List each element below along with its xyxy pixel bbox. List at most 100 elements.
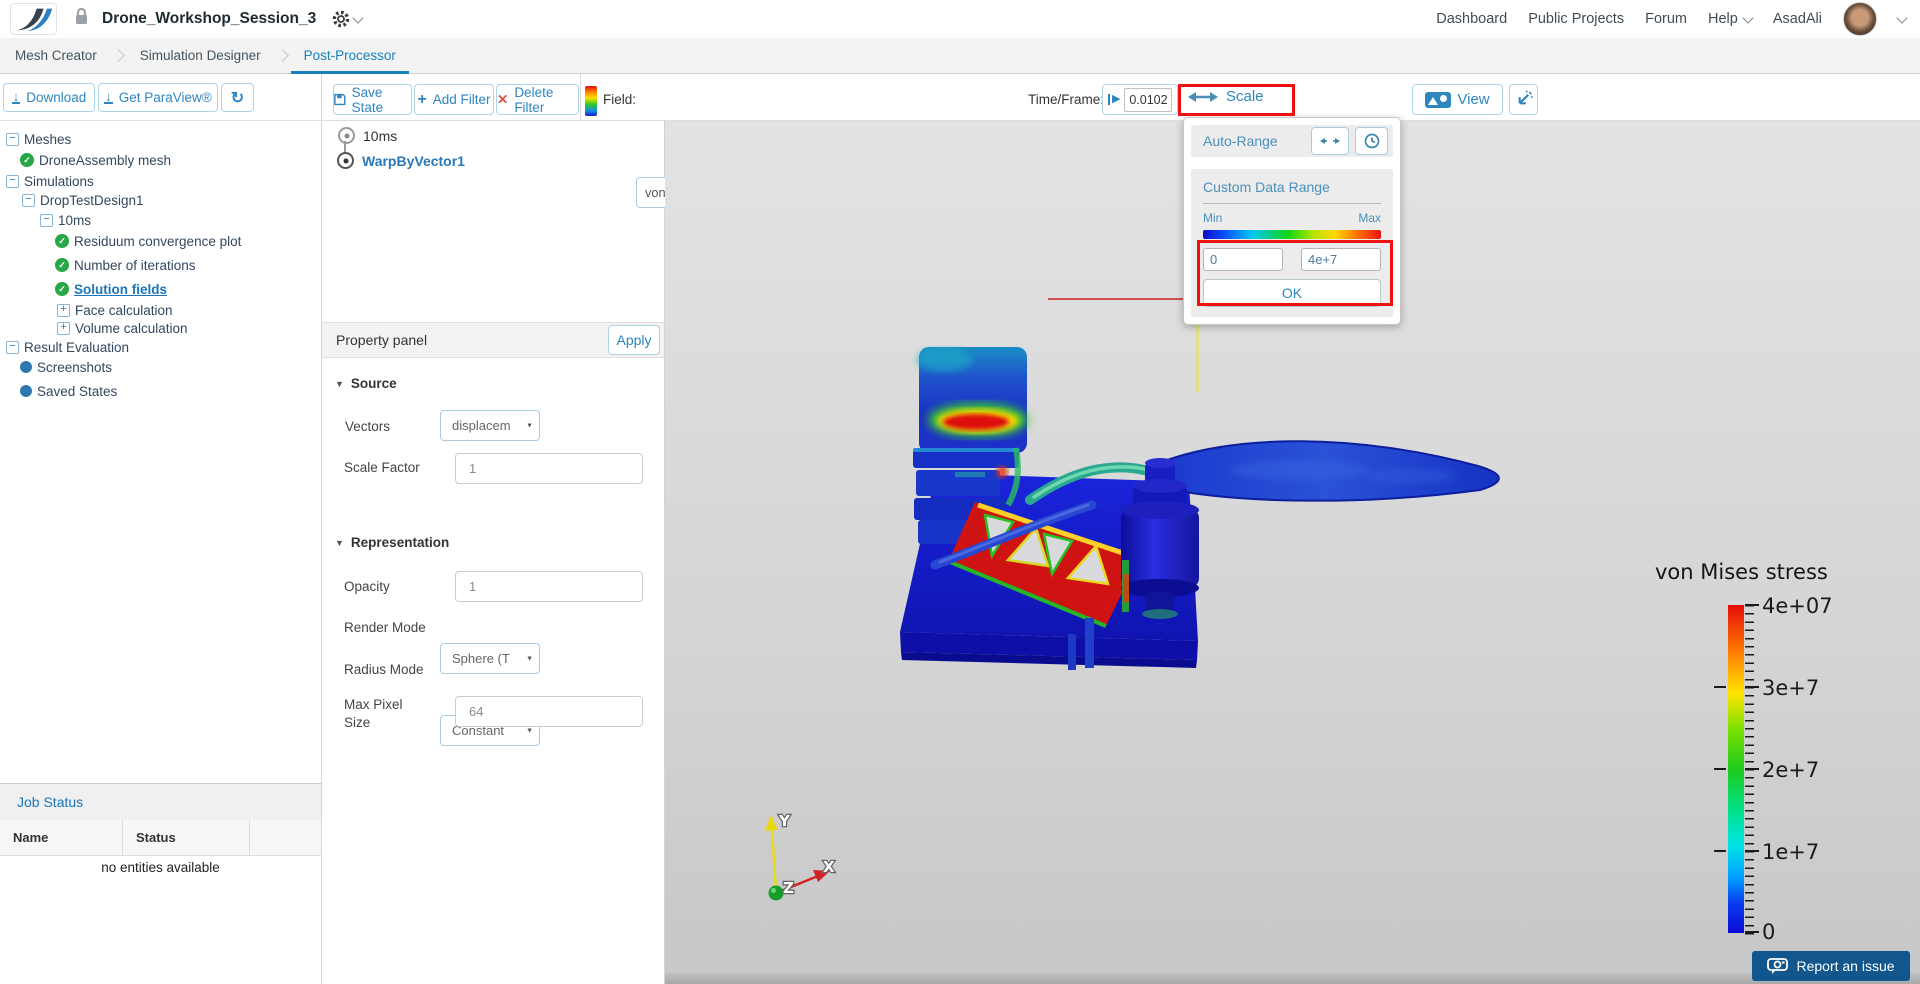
source-section-header[interactable]: ▼ Source xyxy=(335,376,397,391)
save-state-button[interactable]: Save State xyxy=(333,84,412,115)
success-check-icon: ✓ xyxy=(55,234,69,248)
project-title: Drone_Workshop_Session_3 xyxy=(102,10,317,27)
top-nav: Dashboard Public Projects Forum Help Asa… xyxy=(1436,2,1920,36)
collapse-icon[interactable]: − xyxy=(6,132,19,146)
nav-dashboard[interactable]: Dashboard xyxy=(1436,11,1507,27)
expand-icon[interactable]: + xyxy=(57,321,70,335)
chevron-down-icon[interactable] xyxy=(1896,11,1908,24)
tree-label: Saved States xyxy=(37,383,118,399)
fit-view-button[interactable] xyxy=(1509,84,1538,115)
auto-range-spatial-button[interactable] xyxy=(1311,127,1349,155)
render-mode-label: Render Mode xyxy=(344,620,426,635)
legend-title: von Mises stress xyxy=(1655,560,1828,584)
range-arrows-icon xyxy=(1320,138,1340,144)
sidebar-item-screenshots[interactable]: Screenshots xyxy=(20,358,112,376)
render-mode-select[interactable]: Sphere (T ▼ xyxy=(440,643,540,674)
sidebar-item-saved-states[interactable]: Saved States xyxy=(20,382,117,400)
camera-bubble-icon xyxy=(1767,958,1789,974)
collapse-icon[interactable]: − xyxy=(6,174,19,188)
pipeline-item-10ms[interactable]: 10ms xyxy=(338,127,397,144)
refresh-button[interactable]: ↻ xyxy=(221,83,254,112)
collapse-icon[interactable]: − xyxy=(22,193,35,207)
job-status-title: Job Status xyxy=(17,794,84,810)
section-caret-icon: ▼ xyxy=(335,537,344,548)
view-button[interactable]: View xyxy=(1412,84,1503,115)
scale-factor-input[interactable]: 1 xyxy=(455,453,643,484)
delete-filter-button[interactable]: ✕ Delete Filter xyxy=(496,84,579,115)
column-actions xyxy=(250,820,321,855)
tree-label: Screenshots xyxy=(37,359,113,375)
chevron-down-icon[interactable] xyxy=(352,11,364,24)
scale-popup: Auto-Range Custom Data Range Min Max 0 4… xyxy=(1183,117,1401,325)
collapse-icon[interactable]: − xyxy=(6,340,19,354)
custom-range-title: Custom Data Range xyxy=(1203,179,1330,195)
lock-icon xyxy=(74,7,89,31)
scale-label: Scale xyxy=(1226,88,1264,105)
pipeline-item-warpbyvector1[interactable]: WarpByVector1 xyxy=(337,152,465,169)
max-label: Max xyxy=(1358,211,1381,225)
opacity-input[interactable]: 1 xyxy=(455,571,643,602)
download-button[interactable]: ↓ Download xyxy=(3,83,95,112)
max-pixel-size-input[interactable]: 64 xyxy=(455,696,643,727)
apply-button[interactable]: Apply xyxy=(608,325,660,355)
project-settings-gear-icon[interactable] xyxy=(332,10,350,28)
vectors-select[interactable]: displacem ▼ xyxy=(440,410,540,441)
sidebar-item-solution-fields[interactable]: ✓ Solution fields xyxy=(55,280,167,298)
source-title: Source xyxy=(350,376,397,391)
report-issue-button[interactable]: Report an issue xyxy=(1752,951,1910,981)
scale-factor-value: 1 xyxy=(469,461,477,476)
opacity-label: Opacity xyxy=(344,579,390,594)
view-image-icon xyxy=(1425,91,1452,108)
auto-range-label: Auto-Range xyxy=(1203,133,1278,149)
sidebar-item-face-calculation[interactable]: + Face calculation xyxy=(57,301,173,319)
tab-mesh-creator[interactable]: Mesh Creator xyxy=(2,38,110,73)
sidebar-item-number-of-iterations[interactable]: ✓ Number of iterations xyxy=(55,256,196,274)
visibility-icon[interactable] xyxy=(337,152,354,169)
section-caret-icon: ▼ xyxy=(335,378,344,389)
auto-range-temporal-button[interactable] xyxy=(1355,127,1388,155)
nav-help[interactable]: Help xyxy=(1708,11,1754,27)
sidebar-item-meshes[interactable]: − Meshes xyxy=(6,130,71,148)
sidebar-item-simulations[interactable]: − Simulations xyxy=(6,172,94,190)
sidebar-item-residuum-convergence-plot[interactable]: ✓ Residuum convergence plot xyxy=(55,232,241,250)
tab-simulation-designer[interactable]: Simulation Designer xyxy=(127,38,274,73)
legend-tick-label: 3e+7 xyxy=(1762,676,1820,700)
sidebar-item-droptestdesign1[interactable]: − DropTestDesign1 xyxy=(22,191,144,209)
custom-data-range-card: Custom Data Range Min Max 0 4e+7 OK xyxy=(1191,169,1393,317)
tab-separator-icon xyxy=(275,49,289,62)
ok-button[interactable]: OK xyxy=(1203,279,1381,307)
time-frame-input[interactable]: 0.0102 xyxy=(1124,87,1173,112)
nav-help-label: Help xyxy=(1708,11,1738,27)
user-avatar[interactable] xyxy=(1843,2,1877,36)
sidebar-item-10ms[interactable]: − 10ms xyxy=(40,211,91,229)
add-filter-button[interactable]: + Add Filter xyxy=(414,84,494,115)
expand-icon[interactable]: + xyxy=(57,303,70,317)
play-icon[interactable]: ▶ xyxy=(1108,94,1120,105)
sidebar-item-droneassembly-mesh[interactable]: ✓ DroneAssembly mesh xyxy=(20,151,171,169)
app-logo[interactable] xyxy=(10,3,57,35)
add-icon: + xyxy=(417,90,427,108)
legend-major-tick xyxy=(1745,604,1759,606)
column-name: Name xyxy=(0,820,123,855)
nav-username[interactable]: AsadAli xyxy=(1773,11,1822,27)
nav-forum[interactable]: Forum xyxy=(1645,11,1687,27)
sidebar-item-result-evaluation[interactable]: − Result Evaluation xyxy=(6,338,129,356)
tree-label: Residuum convergence plot xyxy=(74,233,242,249)
view-label: View xyxy=(1457,91,1490,108)
legend-tick-label: 0 xyxy=(1762,920,1776,944)
tree-label: Face calculation xyxy=(75,302,173,318)
legend-major-tick-left xyxy=(1714,686,1726,688)
download-label: Download xyxy=(26,90,87,105)
scale-button[interactable]: Scale xyxy=(1188,88,1264,105)
delete-filter-label: Delete Filter xyxy=(514,84,554,115)
nav-public-projects[interactable]: Public Projects xyxy=(1528,11,1624,27)
min-label: Min xyxy=(1203,211,1223,225)
tab-post-processor[interactable]: Post-Processor xyxy=(290,38,410,74)
get-paraview-button[interactable]: ↓ Get ParaView® xyxy=(98,83,218,112)
collapse-icon[interactable]: − xyxy=(40,213,53,227)
max-value-input[interactable]: 4e+7 xyxy=(1301,248,1381,271)
representation-section-header[interactable]: ▼ Representation xyxy=(335,535,449,550)
min-value-input[interactable]: 0 xyxy=(1203,248,1283,271)
visibility-icon[interactable] xyxy=(338,127,355,144)
sidebar-item-volume-calculation[interactable]: + Volume calculation xyxy=(57,319,188,337)
